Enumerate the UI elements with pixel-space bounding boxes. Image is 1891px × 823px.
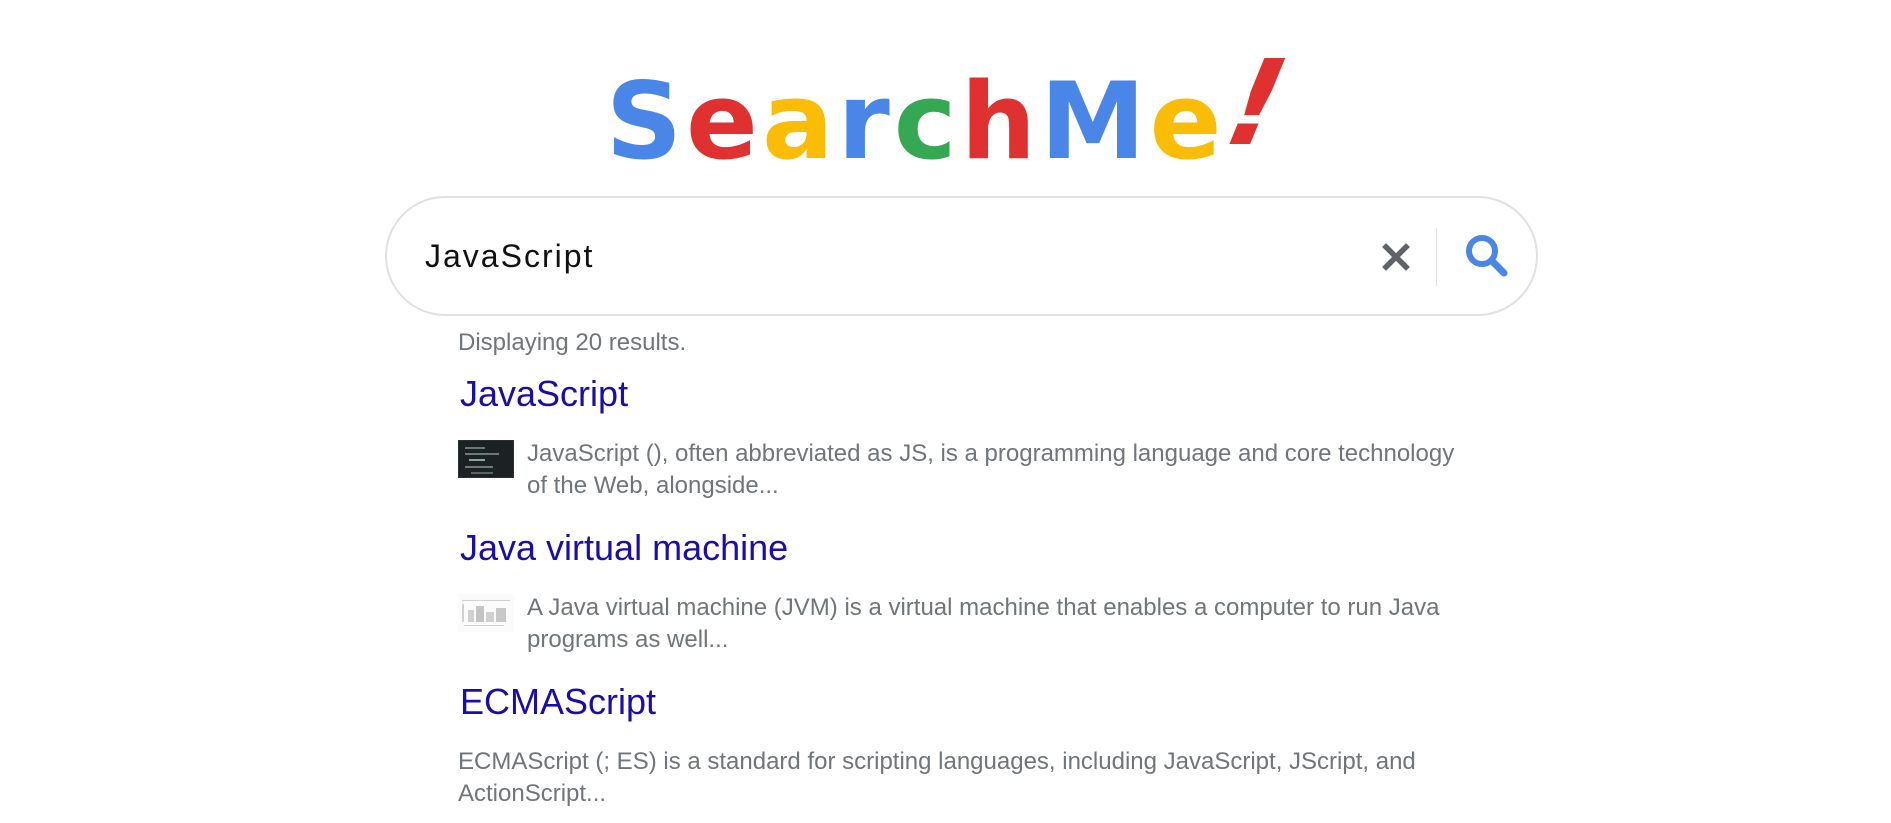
search-button[interactable] — [1459, 228, 1515, 284]
result-count: Displaying 20 results. — [458, 329, 687, 356]
result-body: A Java virtual machine (JVM) is a virtua… — [458, 592, 1458, 656]
result-item: ECMAScript ECMAScript (; ES) is a standa… — [458, 680, 1458, 810]
result-title-link[interactable]: ECMAScript — [460, 680, 1458, 724]
result-snippet: A Java virtual machine (JVM) is a virtua… — [527, 594, 1440, 653]
logo-letter: h — [960, 60, 1041, 183]
logo-letter: e — [1149, 60, 1226, 183]
clear-button[interactable] — [1373, 234, 1419, 280]
result-title-link[interactable]: Java virtual machine — [460, 526, 1458, 570]
logo-letter: ! — [1215, 34, 1303, 172]
logo-letter: e — [686, 60, 762, 183]
result-item: Java virtual machine A Java virtual mach… — [458, 526, 1458, 656]
logo-letter: S — [605, 60, 687, 183]
result-title-link[interactable]: JavaScript — [460, 372, 1458, 416]
search-page: SearchMe! Displaying 20 results. JavaScr… — [0, 0, 1891, 823]
logo: SearchMe! — [0, 34, 1891, 183]
search-input[interactable] — [425, 228, 1325, 284]
search-bar — [385, 196, 1538, 316]
logo-letter: c — [893, 60, 961, 183]
result-snippet: JavaScript (), often abbreviated as JS, … — [527, 440, 1455, 499]
logo-letter: a — [761, 60, 838, 183]
close-icon — [1382, 243, 1410, 271]
divider — [1436, 228, 1437, 286]
result-thumbnail[interactable] — [458, 594, 514, 632]
result-snippet: ECMAScript (; ES) is a standard for scri… — [458, 748, 1416, 807]
logo-letter: r — [837, 60, 894, 183]
results-list: Displaying 20 results. JavaScript JavaSc… — [458, 328, 1458, 810]
result-thumbnail[interactable] — [458, 440, 514, 478]
logo-letter: M — [1040, 60, 1150, 183]
search-icon — [1466, 235, 1508, 277]
result-body: JavaScript (), often abbreviated as JS, … — [458, 438, 1458, 502]
result-body: ECMAScript (; ES) is a standard for scri… — [458, 746, 1458, 810]
result-item: JavaScript JavaScript (), often abbrevia… — [458, 372, 1458, 502]
